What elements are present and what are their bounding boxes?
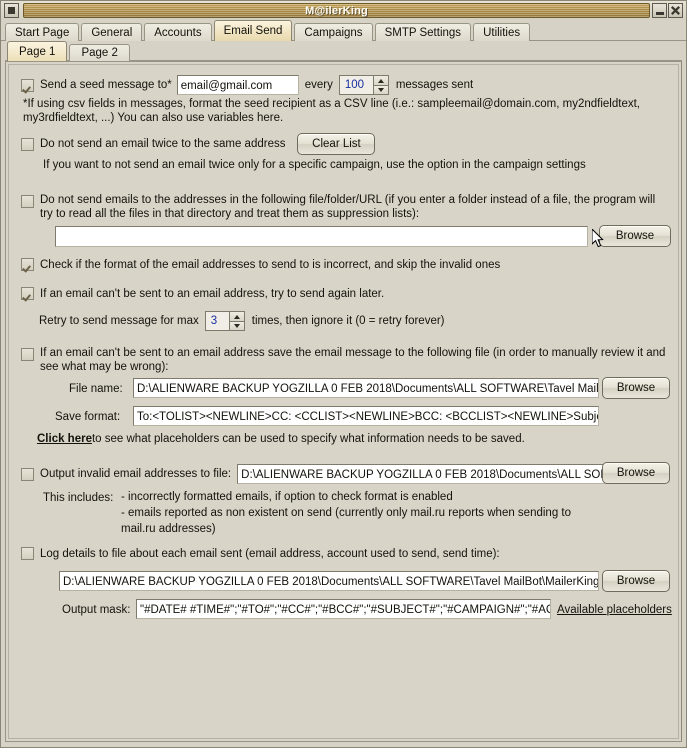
sub-tab-bar: Page 1 Page 2 bbox=[1, 41, 686, 61]
available-placeholders-link[interactable]: Available placeholders bbox=[557, 604, 672, 616]
suppression-checkbox[interactable] bbox=[21, 195, 34, 208]
content-inner: Send a seed message to* email@gmail.com … bbox=[8, 64, 679, 739]
suppression-browse-button[interactable]: Browse bbox=[599, 225, 671, 247]
seed-note-text: *If using csv fields in messages, format… bbox=[23, 98, 640, 124]
window-title: M@ilerKing bbox=[305, 4, 368, 17]
retry-later-row: If an email can't be sent to an email ad… bbox=[21, 287, 384, 300]
spinner-up-icon[interactable] bbox=[372, 75, 389, 85]
output-mask-label: Output mask: bbox=[62, 604, 131, 616]
seed-messages-sent-label: messages sent bbox=[395, 79, 474, 91]
content-panel: Send a seed message to* email@gmail.com … bbox=[5, 61, 682, 742]
subtab-page-1[interactable]: Page 1 bbox=[7, 41, 68, 61]
output-invalid-row: Output invalid email addresses to file: … bbox=[21, 464, 611, 484]
title-strip: M@ilerKing bbox=[23, 3, 650, 18]
save-failed-row: If an email can't be sent to an email ad… bbox=[21, 346, 676, 374]
tab-email-send[interactable]: Email Send bbox=[213, 20, 293, 41]
output-invalid-label: Output invalid email addresses to file: bbox=[40, 468, 232, 480]
tab-accounts[interactable]: Accounts bbox=[144, 23, 212, 41]
spinner-down-icon[interactable] bbox=[228, 321, 245, 331]
check-format-checkbox[interactable] bbox=[21, 258, 34, 271]
seed-message-row: Send a seed message to* email@gmail.com … bbox=[21, 75, 473, 95]
spinner-up-icon[interactable] bbox=[228, 311, 245, 321]
save-failed-label: If an email can't be sent to an email ad… bbox=[40, 347, 666, 373]
retry-max-label-after: times, then ignore it (0 = retry forever… bbox=[251, 315, 445, 327]
output-invalid-browse-button[interactable]: Browse bbox=[602, 462, 670, 484]
placeholders-hint-row: Click here to see what placeholders can … bbox=[37, 433, 525, 445]
no-duplicate-label: Do not send an email twice to the same a… bbox=[40, 138, 286, 150]
tab-smtp-settings[interactable]: SMTP Settings bbox=[374, 23, 472, 41]
seed-message-checkbox[interactable] bbox=[21, 78, 34, 92]
log-details-checkbox[interactable] bbox=[21, 547, 34, 560]
includes-line-1: - incorrectly formatted emails, if optio… bbox=[121, 491, 453, 503]
includes-line-3: mail.ru addresses) bbox=[121, 523, 216, 535]
seed-count-arrows[interactable] bbox=[372, 75, 389, 95]
seed-email-input[interactable]: email@gmail.com bbox=[176, 75, 299, 95]
retry-max-arrows[interactable] bbox=[228, 311, 245, 331]
check-format-label: Check if the format of the email address… bbox=[40, 258, 501, 271]
no-duplicate-checkbox[interactable] bbox=[21, 137, 34, 151]
close-button[interactable] bbox=[668, 3, 683, 18]
output-invalid-path-input[interactable]: D:\ALIENWARE BACKUP YOGZILLA 0 FEB 2018\… bbox=[237, 464, 611, 484]
suppression-label: Do not send emails to the addresses in t… bbox=[40, 194, 656, 220]
seed-count-value[interactable]: 100 bbox=[338, 75, 373, 95]
includes-label: This includes: bbox=[43, 492, 114, 504]
output-invalid-checkbox[interactable] bbox=[21, 467, 34, 481]
log-details-path-input[interactable]: D:\ALIENWARE BACKUP YOGZILLA 0 FEB 2018\… bbox=[59, 571, 599, 591]
log-details-label: Log details to file about each email sen… bbox=[40, 547, 500, 560]
log-details-browse-button[interactable]: Browse bbox=[602, 570, 670, 592]
retry-max-label-before: Retry to send message for max bbox=[39, 315, 199, 327]
log-details-row: Log details to file about each email sen… bbox=[21, 547, 500, 560]
minimize-button[interactable] bbox=[652, 3, 667, 18]
clear-list-button[interactable]: Clear List bbox=[297, 133, 376, 155]
seed-message-label: Send a seed message to* bbox=[40, 79, 172, 91]
placeholders-hint-rest: to see what placeholders can be used to … bbox=[91, 433, 525, 445]
file-name-label: File name: bbox=[69, 383, 123, 395]
main-tab-bar: Start Page General Accounts Email Send C… bbox=[1, 20, 686, 41]
tab-utilities[interactable]: Utilities bbox=[473, 23, 531, 41]
check-format-row: Check if the format of the email address… bbox=[21, 258, 500, 271]
system-menu-button[interactable] bbox=[4, 3, 19, 18]
retry-max-stepper[interactable]: 3 bbox=[204, 311, 245, 331]
retry-later-checkbox[interactable] bbox=[21, 287, 34, 300]
failed-file-browse-button[interactable]: Browse bbox=[602, 377, 670, 399]
application-window: M@ilerKing Start Page General Accounts E… bbox=[0, 0, 687, 748]
title-bar: M@ilerKing bbox=[1, 1, 686, 20]
save-format-input[interactable]: To:<TOLIST><NEWLINE>CC: <CCLIST><NEWLINE… bbox=[133, 406, 599, 426]
seed-count-stepper[interactable]: 100 bbox=[338, 75, 389, 95]
suppression-path-input[interactable] bbox=[55, 226, 588, 247]
spinner-down-icon[interactable] bbox=[372, 85, 389, 95]
retry-later-label: If an email can't be sent to an email ad… bbox=[40, 287, 385, 300]
tab-start-page[interactable]: Start Page bbox=[5, 23, 80, 41]
system-menu-icon bbox=[8, 7, 15, 14]
no-duplicate-hint: If you want to not send an email twice o… bbox=[43, 159, 586, 171]
no-duplicate-row: Do not send an email twice to the same a… bbox=[21, 133, 376, 155]
output-mask-input[interactable]: "#DATE# #TIME#";"#TO#";"#CC#";"#BCC#";"#… bbox=[136, 599, 551, 619]
failed-file-name-input[interactable]: D:\ALIENWARE BACKUP YOGZILLA 0 FEB 2018\… bbox=[133, 378, 599, 398]
seed-every-label: every bbox=[304, 79, 333, 91]
suppression-row: Do not send emails to the addresses in t… bbox=[21, 193, 671, 221]
save-format-label: Save format: bbox=[55, 411, 121, 423]
subtab-page-2[interactable]: Page 2 bbox=[69, 44, 130, 61]
placeholders-click-here-link[interactable]: Click here bbox=[37, 433, 92, 445]
retry-max-row: Retry to send message for max 3 times, t… bbox=[39, 311, 445, 331]
retry-max-value[interactable]: 3 bbox=[204, 311, 229, 331]
tab-general[interactable]: General bbox=[81, 23, 143, 41]
save-failed-checkbox[interactable] bbox=[21, 348, 34, 361]
includes-line-2: - emails reported as non existent on sen… bbox=[121, 507, 572, 519]
window-controls bbox=[652, 3, 684, 18]
tab-campaigns[interactable]: Campaigns bbox=[294, 23, 373, 41]
